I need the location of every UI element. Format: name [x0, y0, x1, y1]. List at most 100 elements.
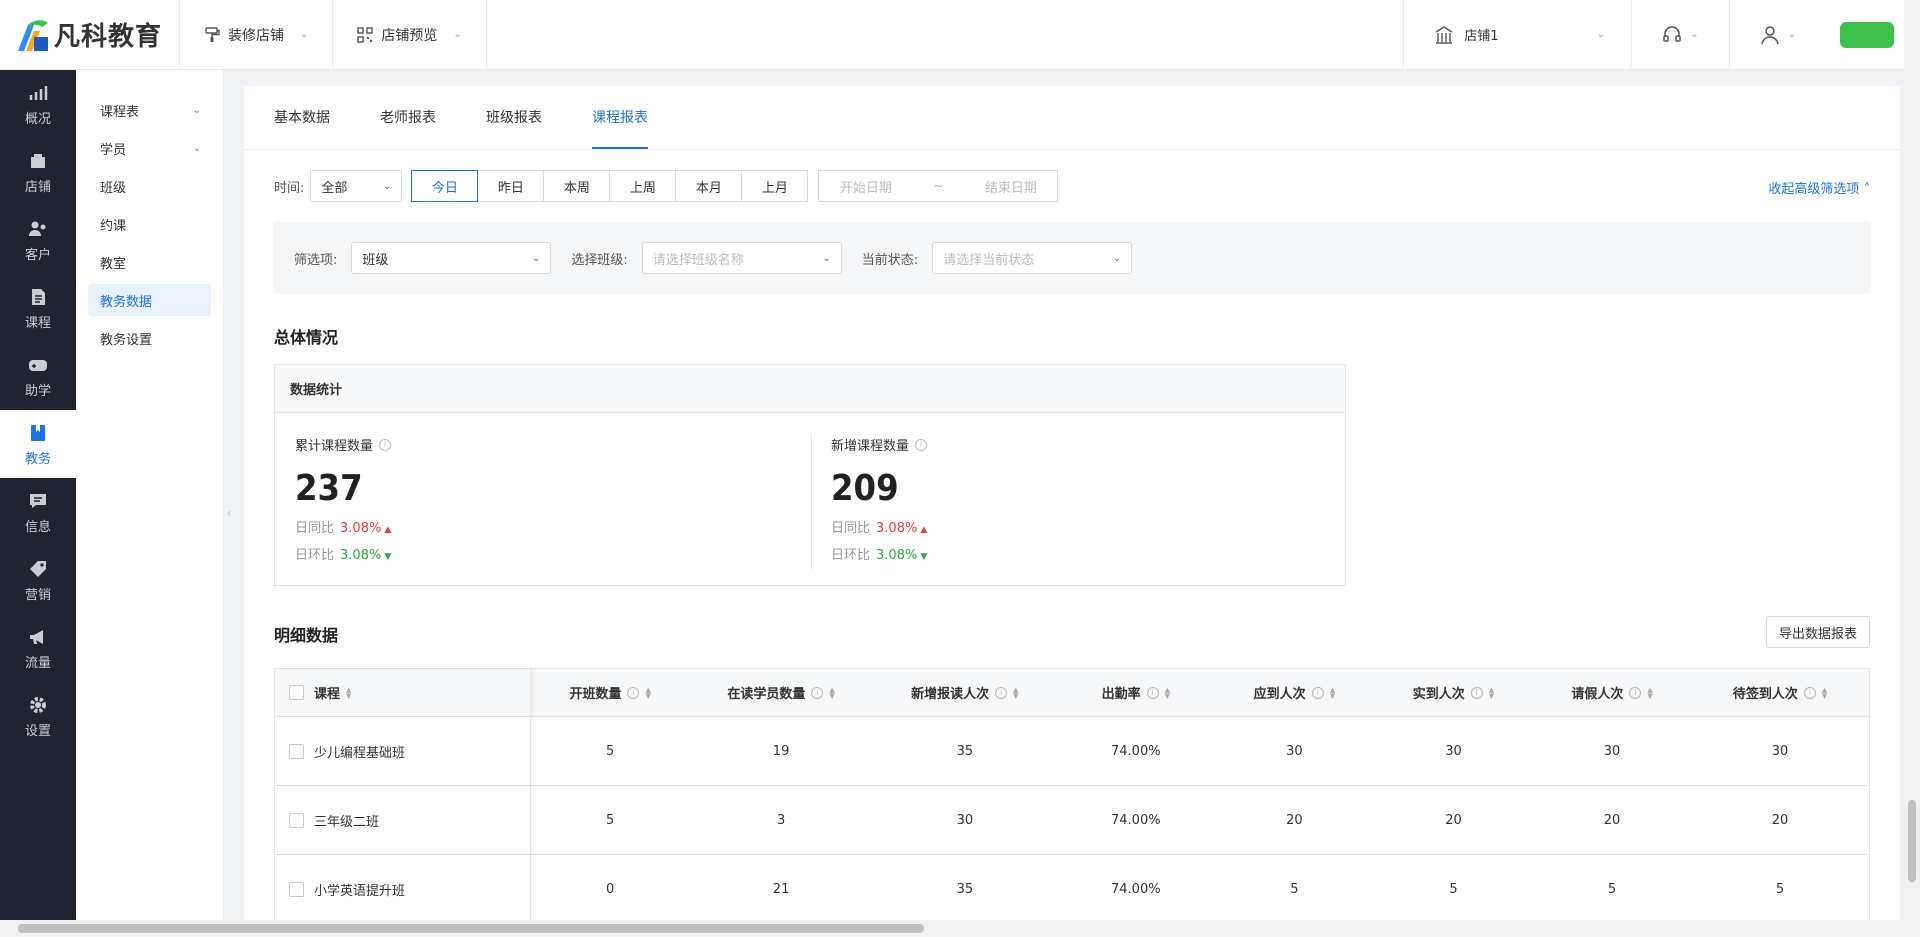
- rail-item-overview[interactable]: 概况: [0, 70, 76, 138]
- range-yesterday[interactable]: 昨日: [477, 170, 545, 202]
- class-select[interactable]: 请选择班级名称 ⌄: [641, 242, 842, 274]
- stat-new-courses: 新增课程数量 i 209 日同比 3.08% ▲ 日环比 3.08% ▼: [831, 435, 1251, 563]
- subnav-label: 教务设置: [100, 332, 153, 348]
- store-selector[interactable]: 店铺1 ⌄: [1403, 0, 1633, 70]
- vertical-scrollbar[interactable]: [1904, 0, 1920, 937]
- info-icon[interactable]: i: [1470, 686, 1483, 699]
- info-icon[interactable]: i: [1146, 686, 1159, 699]
- row-checkbox[interactable]: [289, 881, 304, 897]
- vertical-scroll-thumb[interactable]: [1908, 800, 1916, 882]
- logo-icon: [18, 19, 48, 51]
- info-icon[interactable]: i: [627, 686, 640, 699]
- subnav-label: 教务数据: [100, 294, 153, 310]
- subnav-item-booking[interactable]: 约课: [88, 208, 211, 240]
- range-last-month[interactable]: 上月: [741, 170, 809, 202]
- mom-label: 日环比: [295, 548, 335, 563]
- info-icon[interactable]: i: [1803, 686, 1816, 699]
- subnav-item-students[interactable]: 学员 ⌄: [88, 132, 211, 164]
- collapse-sidebar-handle[interactable]: ‹: [224, 498, 234, 528]
- yoy-value: 3.08%: [876, 521, 918, 536]
- date-range-picker[interactable]: 开始日期 ~ 结束日期: [818, 170, 1059, 202]
- select-all-checkbox[interactable]: [289, 685, 304, 700]
- col-new-enrollments: 新增报读人次 i ▲ ▼: [873, 669, 1057, 716]
- decorate-store-menu[interactable]: 装修店铺 ⌄: [180, 0, 334, 70]
- column-header: 新增报读人次: [911, 687, 990, 702]
- rail-item-customers[interactable]: 客户: [0, 206, 76, 274]
- rail-item-marketing[interactable]: 营销: [0, 546, 76, 614]
- export-report-button[interactable]: 导出数据报表: [1765, 616, 1870, 648]
- filter-item-label: 筛选项:: [294, 252, 338, 268]
- table-row[interactable]: 少儿编程基础班 5 19 35 74.00% 30 30 30 30: [275, 717, 1869, 786]
- table-row[interactable]: 小学英语提升班 0 21 35 74.00% 5 5 5 5: [275, 855, 1869, 924]
- sort-icon[interactable]: ▲ ▼: [346, 686, 351, 699]
- stats-card-title: 数据统计: [275, 365, 1345, 413]
- table-row[interactable]: 三年级二班 5 3 30 74.00% 20 20 20 20: [275, 786, 1869, 855]
- sort-icon[interactable]: ▲ ▼: [1647, 686, 1652, 699]
- sort-icon[interactable]: ▲ ▼: [645, 686, 650, 699]
- chevron-down-icon: ⌄: [192, 104, 201, 116]
- store-preview-menu[interactable]: 店铺预览 ⌄: [333, 0, 487, 70]
- sort-icon[interactable]: ▲ ▼: [1165, 686, 1170, 699]
- tab-class-report[interactable]: 班级报表: [486, 85, 542, 149]
- yoy-value: 3.08%: [340, 521, 382, 536]
- subnav-item-academic-settings[interactable]: 教务设置: [88, 322, 211, 354]
- info-icon[interactable]: i: [1311, 686, 1324, 699]
- range-today[interactable]: 今日: [411, 170, 479, 202]
- info-icon[interactable]: i: [995, 686, 1008, 699]
- horizontal-scroll-thumb[interactable]: [18, 924, 924, 933]
- stat-divider: [811, 435, 812, 571]
- rail-item-courses[interactable]: 课程: [0, 274, 76, 342]
- rail-item-study-aid[interactable]: 助学: [0, 342, 76, 410]
- green-status-pill[interactable]: [1840, 21, 1894, 48]
- stat-title: 累计课程数量: [295, 439, 374, 454]
- status-select[interactable]: 请选择当前状态 ⌄: [932, 242, 1133, 274]
- column-header: 应到人次: [1253, 687, 1306, 702]
- range-this-week[interactable]: 本周: [543, 170, 611, 202]
- range-last-week[interactable]: 上周: [609, 170, 677, 202]
- sort-icon[interactable]: ▲ ▼: [1822, 686, 1827, 699]
- advanced-toggle-label: 收起高级筛选项: [1768, 182, 1860, 197]
- subnav-item-classrooms[interactable]: 教室: [88, 246, 211, 278]
- rail-item-messages[interactable]: 信息: [0, 478, 76, 546]
- range-this-month[interactable]: 本月: [675, 170, 743, 202]
- tab-teacher-report[interactable]: 老师报表: [380, 85, 436, 149]
- megaphone-icon: [27, 626, 49, 648]
- collapse-advanced-filters[interactable]: 收起高级筛选项 ˄: [1768, 178, 1870, 197]
- tab-basic-data[interactable]: 基本数据: [274, 85, 330, 149]
- rail-label: 营销: [24, 587, 51, 603]
- sort-icon[interactable]: ▲ ▼: [829, 686, 834, 699]
- rail-label: 客户: [24, 247, 51, 263]
- stat-value: 209: [831, 468, 899, 509]
- rail-item-settings[interactable]: 设置: [0, 682, 76, 750]
- table-header-row: 课程 ▲ ▼ 开班数量 i ▲ ▼ 在读学员数量 i ▲ ▼ 新增报读人次 i ▲ ▼ 出勤率 i ▲ ▼ …: [275, 669, 1869, 717]
- info-icon[interactable]: i: [811, 686, 824, 699]
- time-select[interactable]: 全部 ⌄: [310, 170, 403, 202]
- subnav-label: 教室: [100, 256, 127, 272]
- subnav-label: 约课: [100, 218, 127, 234]
- subnav-item-schedule[interactable]: 课程表 ⌄: [88, 94, 211, 126]
- sort-icon[interactable]: ▲ ▼: [1013, 686, 1018, 699]
- sort-icon[interactable]: ▲ ▼: [1330, 686, 1335, 699]
- tab-course-report[interactable]: 课程报表: [592, 85, 648, 149]
- rail-item-academic[interactable]: 教务: [0, 410, 76, 478]
- sort-icon[interactable]: ▲ ▼: [1489, 686, 1494, 699]
- tag-icon: [27, 558, 49, 580]
- info-icon[interactable]: i: [1629, 686, 1642, 699]
- info-icon[interactable]: i: [379, 438, 392, 451]
- table-cell: 30: [1445, 743, 1462, 759]
- support-menu[interactable]: ⌄: [1632, 0, 1730, 70]
- subnav-item-classes[interactable]: 班级: [88, 170, 211, 202]
- account-menu[interactable]: ⌄: [1730, 0, 1826, 70]
- rail-item-traffic[interactable]: 流量: [0, 614, 76, 682]
- subnav-item-academic-data[interactable]: 教务数据: [88, 284, 211, 316]
- filter-item-select[interactable]: 班级 ⌄: [351, 242, 552, 274]
- time-filter-row: 时间: 全部 ⌄ 今日 昨日 本周 上周 本月 上月 开始日期 ~ 结束日期: [274, 170, 1059, 202]
- main-content: 基本数据 老师报表 班级报表 课程报表 时间: 全部 ⌄ 今日 昨日 本周 上周…: [244, 86, 1900, 937]
- brand-logo[interactable]: 凡科教育: [0, 0, 180, 70]
- info-icon[interactable]: i: [915, 438, 928, 451]
- rail-item-store[interactable]: 店铺: [0, 138, 76, 206]
- row-checkbox[interactable]: [289, 812, 304, 828]
- top-bar: 凡科教育 装修店铺 ⌄ 店铺预览 ⌄ 店铺1 ⌄ ⌄ ⌄: [0, 0, 1904, 70]
- horizontal-scrollbar[interactable]: [0, 920, 1904, 937]
- row-checkbox[interactable]: [289, 743, 304, 759]
